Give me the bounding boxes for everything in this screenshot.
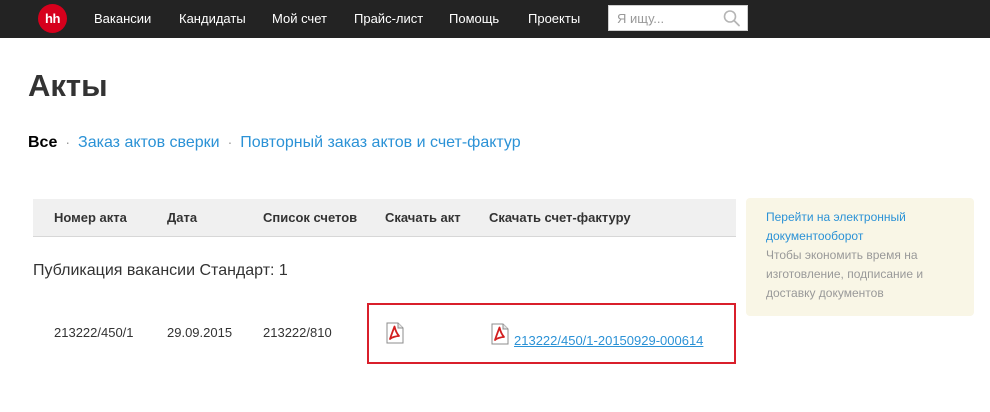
nav-item-help[interactable]: Помощь	[449, 0, 499, 38]
search-box	[608, 5, 748, 31]
cell-date: 29.09.2015	[167, 325, 233, 340]
nav-item-projects[interactable]: Проекты	[528, 0, 580, 38]
side-panel-edo: Перейти на электронный документооборот Ч…	[746, 198, 974, 316]
group-title: Публикация вакансии Стандарт: 1	[33, 262, 288, 279]
page-title: Акты	[28, 68, 108, 103]
tab-all: Все	[28, 134, 58, 151]
column-header-download-invoice: Скачать счет-фактуру	[489, 210, 631, 225]
tab-reconciliation-acts-order[interactable]: Заказ актов сверки	[78, 134, 220, 152]
search-icon[interactable]	[722, 9, 742, 27]
hh-logo[interactable]: hh	[38, 4, 67, 33]
nav-item-my-account[interactable]: Мой счет	[272, 0, 327, 38]
cell-act-number: 213222/450/1	[54, 325, 134, 340]
search-input[interactable]	[609, 6, 721, 30]
nav-item-price-list[interactable]: Прайс-лист	[354, 0, 423, 38]
tab-separator: ·	[227, 134, 233, 150]
top-navigation-bar: hh Вакансии Кандидаты Мой счет Прайс-лис…	[0, 0, 990, 38]
tab-separator: ·	[65, 134, 71, 150]
nav-item-vacancies[interactable]: Вакансии	[94, 0, 151, 38]
table-header: Номер акта Дата Список счетов Скачать ак…	[33, 199, 736, 237]
cell-invoice-list: 213222/810	[263, 325, 332, 340]
pdf-icon[interactable]	[490, 323, 510, 345]
invoice-download-link[interactable]: 213222/450/1-20150929-000614	[514, 333, 703, 348]
tab-repeat-order[interactable]: Повторный заказ актов и счет-фактур	[240, 134, 520, 152]
column-header-invoice-list: Список счетов	[263, 210, 358, 225]
column-header-download-act: Скачать акт	[385, 210, 461, 225]
column-header-act-number: Номер акта	[54, 210, 127, 225]
column-header-date: Дата	[167, 210, 198, 225]
tabs: Все · Заказ актов сверки · Повторный заказ а…	[28, 134, 521, 152]
nav-item-candidates[interactable]: Кандидаты	[179, 0, 246, 38]
edo-link[interactable]: Перейти на электронный документооборот	[766, 208, 962, 246]
edo-description: Чтобы экономить время на изготовление, п…	[766, 248, 924, 300]
pdf-icon[interactable]	[385, 322, 405, 344]
